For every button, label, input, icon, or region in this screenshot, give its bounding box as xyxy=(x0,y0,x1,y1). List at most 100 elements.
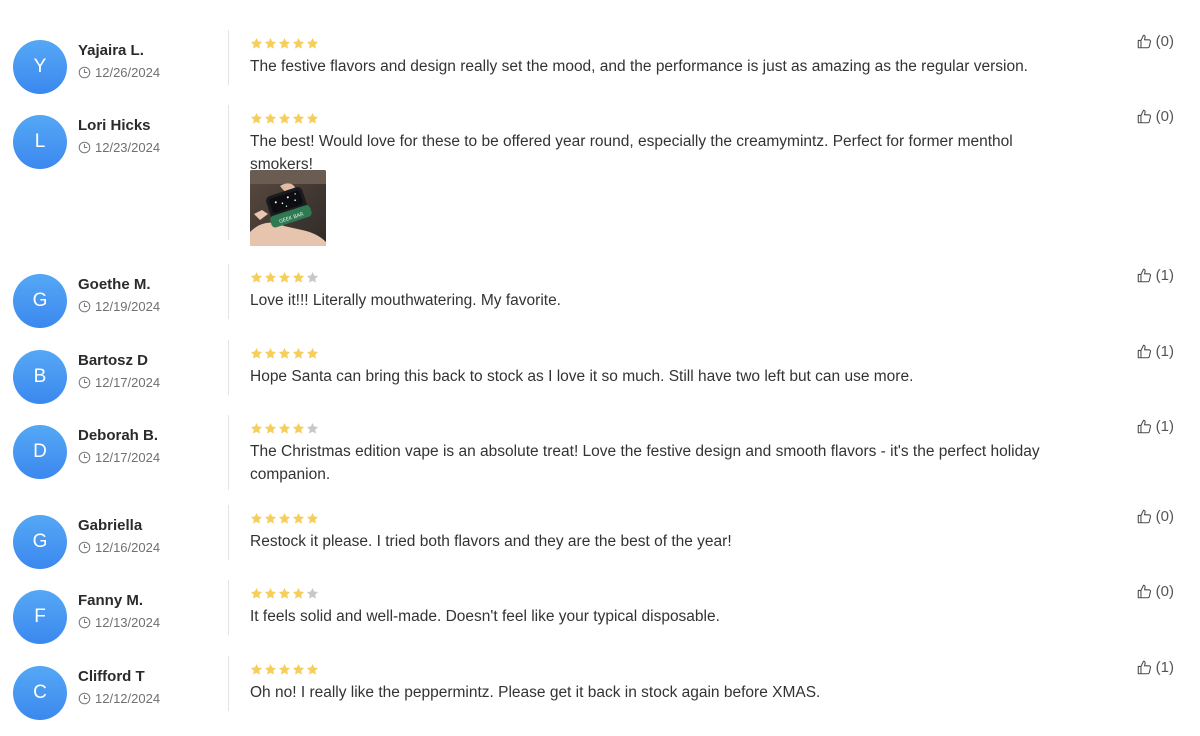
avatar-initial: L xyxy=(34,131,46,152)
review-photo[interactable]: GEEK BAR xyxy=(250,170,326,246)
helpful-button[interactable]: (1) xyxy=(1136,267,1174,284)
review-date: 12/17/2024 xyxy=(78,450,160,465)
star-empty-icon xyxy=(306,422,319,435)
divider xyxy=(228,505,229,560)
review-text: Restock it please. I tried both flavors … xyxy=(250,533,732,550)
reviewer-name: Yajaira L. xyxy=(78,42,144,59)
star-rating xyxy=(250,271,320,284)
reviewer-name: Deborah B. xyxy=(78,427,159,444)
thumbs-up-icon xyxy=(1136,418,1153,435)
avatar-initial: B xyxy=(33,366,47,387)
star-filled-icon xyxy=(250,347,263,360)
review-date-text: 12/17/2024 xyxy=(95,450,161,465)
star-filled-icon xyxy=(250,512,263,525)
review-text: Love it!!! Literally mouthwatering. My f… xyxy=(250,292,561,309)
star-filled-icon xyxy=(264,271,277,284)
reviewer-name: Lori Hicks xyxy=(78,117,151,134)
star-filled-icon xyxy=(264,112,277,125)
star-filled-icon xyxy=(292,422,305,435)
star-filled-icon xyxy=(264,422,277,435)
review-list: Y Yajaira L. 12/26/2024 The festive flavors… xyxy=(0,0,1200,736)
review-date: 12/17/2024 xyxy=(78,375,160,390)
review-date: 12/16/2024 xyxy=(78,540,160,555)
review-text: It feels solid and well-made. Doesn't fe… xyxy=(250,608,720,625)
star-filled-icon xyxy=(264,347,277,360)
review-date-text: 12/23/2024 xyxy=(95,140,161,155)
star-filled-icon xyxy=(292,112,305,125)
review-text: The best! Would love for these to be off… xyxy=(250,133,1013,173)
avatar-initial: C xyxy=(33,682,47,703)
helpful-button[interactable]: (0) xyxy=(1136,108,1174,125)
review-date: 12/26/2024 xyxy=(78,65,160,80)
helpful-button[interactable]: (1) xyxy=(1136,418,1174,435)
helpful-count: (1) xyxy=(1155,343,1174,360)
clock-icon xyxy=(78,541,91,554)
star-filled-icon xyxy=(278,347,291,360)
star-rating xyxy=(250,512,320,525)
review-date-text: 12/13/2024 xyxy=(95,615,161,630)
avatar: F xyxy=(13,590,67,644)
review-text: Oh no! I really like the peppermintz. Pl… xyxy=(250,684,821,701)
review-text: The Christmas edition vape is an absolut… xyxy=(250,443,1040,483)
star-filled-icon xyxy=(292,347,305,360)
clock-icon xyxy=(78,300,91,313)
clock-icon xyxy=(78,692,91,705)
star-rating xyxy=(250,587,320,600)
star-filled-icon xyxy=(250,663,263,676)
star-filled-icon xyxy=(306,347,319,360)
clock-icon xyxy=(78,616,91,629)
avatar-initial: G xyxy=(32,531,48,552)
review-date-text: 12/26/2024 xyxy=(95,65,161,80)
star-filled-icon xyxy=(250,37,263,50)
review-date-text: 12/17/2024 xyxy=(95,375,161,390)
star-filled-icon xyxy=(250,422,263,435)
reviewer-name: Clifford T xyxy=(78,668,145,685)
helpful-button[interactable]: (0) xyxy=(1136,508,1174,525)
review-date: 12/23/2024 xyxy=(78,140,160,155)
star-empty-icon xyxy=(306,271,319,284)
star-filled-icon xyxy=(278,271,291,284)
thumbs-up-icon xyxy=(1136,659,1153,676)
star-rating xyxy=(250,347,320,360)
star-filled-icon xyxy=(306,512,319,525)
helpful-count: (1) xyxy=(1155,267,1174,284)
divider xyxy=(228,264,229,319)
review-date: 12/19/2024 xyxy=(78,299,160,314)
helpful-button[interactable]: (0) xyxy=(1136,33,1174,50)
review-date-text: 12/16/2024 xyxy=(95,540,161,555)
reviewer-name: Gabriella xyxy=(78,517,143,534)
star-filled-icon xyxy=(306,663,319,676)
avatar-initial: D xyxy=(33,441,47,462)
review-date: 12/13/2024 xyxy=(78,615,160,630)
review-date: 12/12/2024 xyxy=(78,691,160,706)
helpful-button[interactable]: (1) xyxy=(1136,343,1174,360)
star-filled-icon xyxy=(292,37,305,50)
star-filled-icon xyxy=(278,422,291,435)
star-rating xyxy=(250,422,320,435)
star-filled-icon xyxy=(264,663,277,676)
thumbs-up-icon xyxy=(1136,267,1153,284)
divider xyxy=(228,580,229,635)
reviewer-name: Bartosz D xyxy=(78,352,149,369)
thumbs-up-icon xyxy=(1136,343,1153,360)
star-rating xyxy=(250,37,320,50)
star-filled-icon xyxy=(278,37,291,50)
review-text: The festive flavors and design really se… xyxy=(250,58,1028,75)
star-filled-icon xyxy=(292,663,305,676)
star-filled-icon xyxy=(278,663,291,676)
avatar-initial: Y xyxy=(33,56,47,77)
divider xyxy=(228,30,229,85)
star-filled-icon xyxy=(306,112,319,125)
divider xyxy=(228,656,229,711)
star-filled-icon xyxy=(278,112,291,125)
star-filled-icon xyxy=(250,587,263,600)
star-filled-icon xyxy=(264,37,277,50)
avatar: G xyxy=(13,515,67,569)
helpful-button[interactable]: (1) xyxy=(1136,659,1174,676)
thumbs-up-icon xyxy=(1136,108,1153,125)
helpful-button[interactable]: (0) xyxy=(1136,583,1174,600)
avatar: Y xyxy=(13,40,67,94)
helpful-count: (1) xyxy=(1155,418,1174,435)
star-filled-icon xyxy=(250,271,263,284)
star-filled-icon xyxy=(306,37,319,50)
